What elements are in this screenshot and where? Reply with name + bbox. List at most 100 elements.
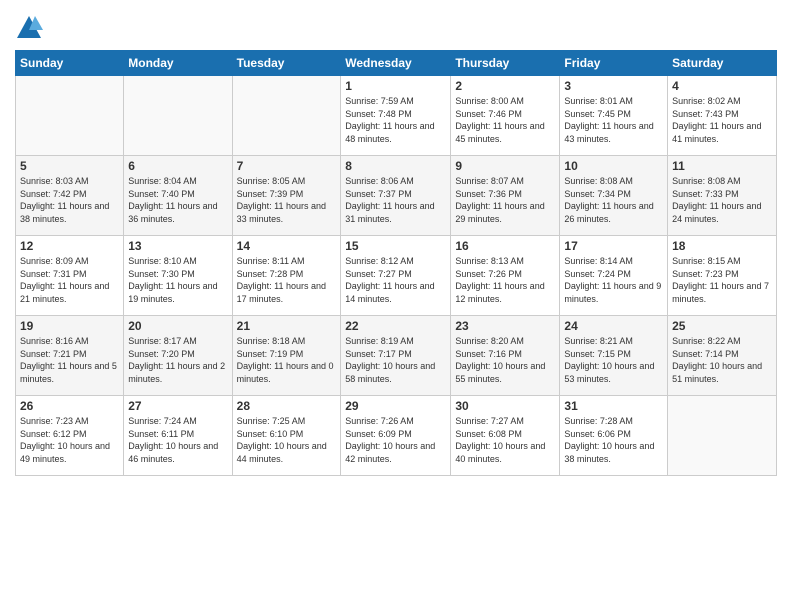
calendar-cell: 3Sunrise: 8:01 AM Sunset: 7:45 PM Daylig… — [560, 76, 668, 156]
day-number: 23 — [455, 319, 555, 333]
calendar-cell: 1Sunrise: 7:59 AM Sunset: 7:48 PM Daylig… — [341, 76, 451, 156]
page: SundayMondayTuesdayWednesdayThursdayFrid… — [0, 0, 792, 612]
day-info: Sunrise: 8:21 AM Sunset: 7:15 PM Dayligh… — [564, 335, 663, 385]
day-number: 10 — [564, 159, 663, 173]
calendar-header: SundayMondayTuesdayWednesdayThursdayFrid… — [16, 51, 777, 76]
day-number: 25 — [672, 319, 772, 333]
day-info: Sunrise: 8:18 AM Sunset: 7:19 PM Dayligh… — [237, 335, 337, 385]
calendar-cell — [232, 76, 341, 156]
day-number: 22 — [345, 319, 446, 333]
calendar-cell: 25 Sunrise: 8:22 AM Sunset: 7:14 PM Dayli… — [668, 316, 777, 396]
calendar-cell: 20 Sunrise: 8:17 AM Sunset: 7:20 PM Dayli… — [124, 316, 232, 396]
day-number: 18 — [672, 239, 772, 253]
day-info: Sunrise: 8:02 AM Sunset: 7:43 PM Dayligh… — [672, 95, 772, 145]
day-info: Sunrise: 8:16 AM Sunset: 7:21 PM Dayligh… — [20, 335, 119, 385]
day-number: 21 — [237, 319, 337, 333]
week-row-5: 26 Sunrise: 7:23 AM Sunset: 6:12 PM Dayli… — [16, 396, 777, 476]
day-info: Sunrise: 8:13 AM Sunset: 7:26 PM Dayligh… — [455, 255, 555, 305]
calendar-table: SundayMondayTuesdayWednesdayThursdayFrid… — [15, 50, 777, 476]
day-number: 2 — [455, 79, 555, 93]
day-info: Sunrise: 8:08 AM Sunset: 7:33 PM Dayligh… — [672, 175, 772, 225]
calendar-cell: 12Sunrise: 8:09 AM Sunset: 7:31 PM Dayli… — [16, 236, 124, 316]
day-info: Sunrise: 8:01 AM Sunset: 7:45 PM Dayligh… — [564, 95, 663, 145]
day-number: 12 — [20, 239, 119, 253]
day-header-wednesday: Wednesday — [341, 51, 451, 76]
calendar-cell: 2 Sunrise: 8:00 AM Sunset: 7:46 PM Daylig… — [451, 76, 560, 156]
calendar-cell: 5 Sunrise: 8:03 AM Sunset: 7:42 PM Daylig… — [16, 156, 124, 236]
day-header-friday: Friday — [560, 51, 668, 76]
day-info: Sunrise: 7:28 AM Sunset: 6:06 PM Dayligh… — [564, 415, 663, 465]
calendar-cell: 15Sunrise: 8:12 AM Sunset: 7:27 PM Dayli… — [341, 236, 451, 316]
calendar-cell: 24Sunrise: 8:21 AM Sunset: 7:15 PM Dayli… — [560, 316, 668, 396]
calendar-cell: 11 Sunrise: 8:08 AM Sunset: 7:33 PM Dayli… — [668, 156, 777, 236]
day-info: Sunrise: 8:15 AM Sunset: 7:23 PM Dayligh… — [672, 255, 772, 305]
calendar-cell: 31 Sunrise: 7:28 AM Sunset: 6:06 PM Dayli… — [560, 396, 668, 476]
day-info: Sunrise: 8:11 AM Sunset: 7:28 PM Dayligh… — [237, 255, 337, 305]
calendar-cell: 17 Sunrise: 8:14 AM Sunset: 7:24 PM Dayli… — [560, 236, 668, 316]
calendar-cell: 30Sunrise: 7:27 AM Sunset: 6:08 PM Dayli… — [451, 396, 560, 476]
calendar-cell: 28 Sunrise: 7:25 AM Sunset: 6:10 PM Dayli… — [232, 396, 341, 476]
week-row-2: 5 Sunrise: 8:03 AM Sunset: 7:42 PM Daylig… — [16, 156, 777, 236]
day-info: Sunrise: 8:22 AM Sunset: 7:14 PM Dayligh… — [672, 335, 772, 385]
day-info: Sunrise: 8:10 AM Sunset: 7:30 PM Dayligh… — [128, 255, 227, 305]
calendar-cell: 10 Sunrise: 8:08 AM Sunset: 7:34 PM Dayli… — [560, 156, 668, 236]
day-info: Sunrise: 8:05 AM Sunset: 7:39 PM Dayligh… — [237, 175, 337, 225]
day-info: Sunrise: 7:24 AM Sunset: 6:11 PM Dayligh… — [128, 415, 227, 465]
calendar-cell: 14 Sunrise: 8:11 AM Sunset: 7:28 PM Dayli… — [232, 236, 341, 316]
calendar-cell: 9 Sunrise: 8:07 AM Sunset: 7:36 PM Daylig… — [451, 156, 560, 236]
day-number: 6 — [128, 159, 227, 173]
day-info: Sunrise: 8:07 AM Sunset: 7:36 PM Dayligh… — [455, 175, 555, 225]
day-number: 15 — [345, 239, 446, 253]
day-info: Sunrise: 8:20 AM Sunset: 7:16 PM Dayligh… — [455, 335, 555, 385]
day-number: 27 — [128, 399, 227, 413]
calendar-cell: 18 Sunrise: 8:15 AM Sunset: 7:23 PM Dayli… — [668, 236, 777, 316]
day-number: 1 — [345, 79, 446, 93]
day-info: Sunrise: 8:08 AM Sunset: 7:34 PM Dayligh… — [564, 175, 663, 225]
calendar-cell: 23 Sunrise: 8:20 AM Sunset: 7:16 PM Dayli… — [451, 316, 560, 396]
day-number: 14 — [237, 239, 337, 253]
day-number: 13 — [128, 239, 227, 253]
week-row-4: 19Sunrise: 8:16 AM Sunset: 7:21 PM Dayli… — [16, 316, 777, 396]
calendar-cell: 4Sunrise: 8:02 AM Sunset: 7:43 PM Daylig… — [668, 76, 777, 156]
calendar-cell: 19Sunrise: 8:16 AM Sunset: 7:21 PM Dayli… — [16, 316, 124, 396]
day-number: 7 — [237, 159, 337, 173]
calendar-cell: 6 Sunrise: 8:04 AM Sunset: 7:40 PM Daylig… — [124, 156, 232, 236]
day-info: Sunrise: 7:25 AM Sunset: 6:10 PM Dayligh… — [237, 415, 337, 465]
logo — [15, 14, 47, 42]
day-number: 5 — [20, 159, 119, 173]
day-info: Sunrise: 8:19 AM Sunset: 7:17 PM Dayligh… — [345, 335, 446, 385]
day-number: 26 — [20, 399, 119, 413]
day-info: Sunrise: 8:17 AM Sunset: 7:20 PM Dayligh… — [128, 335, 227, 385]
day-header-thursday: Thursday — [451, 51, 560, 76]
day-info: Sunrise: 8:04 AM Sunset: 7:40 PM Dayligh… — [128, 175, 227, 225]
day-number: 30 — [455, 399, 555, 413]
day-header-monday: Monday — [124, 51, 232, 76]
day-number: 31 — [564, 399, 663, 413]
day-info: Sunrise: 7:23 AM Sunset: 6:12 PM Dayligh… — [20, 415, 119, 465]
calendar-cell: 22 Sunrise: 8:19 AM Sunset: 7:17 PM Dayli… — [341, 316, 451, 396]
calendar-cell — [668, 396, 777, 476]
day-header-tuesday: Tuesday — [232, 51, 341, 76]
day-number: 8 — [345, 159, 446, 173]
calendar-cell: 13 Sunrise: 8:10 AM Sunset: 7:30 PM Dayli… — [124, 236, 232, 316]
calendar-cell: 16Sunrise: 8:13 AM Sunset: 7:26 PM Dayli… — [451, 236, 560, 316]
calendar-cell: 29Sunrise: 7:26 AM Sunset: 6:09 PM Dayli… — [341, 396, 451, 476]
day-info: Sunrise: 8:14 AM Sunset: 7:24 PM Dayligh… — [564, 255, 663, 305]
calendar-cell: 27 Sunrise: 7:24 AM Sunset: 6:11 PM Dayli… — [124, 396, 232, 476]
day-number: 11 — [672, 159, 772, 173]
day-number: 28 — [237, 399, 337, 413]
day-number: 9 — [455, 159, 555, 173]
day-info: Sunrise: 8:00 AM Sunset: 7:46 PM Dayligh… — [455, 95, 555, 145]
calendar-cell — [124, 76, 232, 156]
day-header-saturday: Saturday — [668, 51, 777, 76]
day-number: 17 — [564, 239, 663, 253]
calendar-cell: 26 Sunrise: 7:23 AM Sunset: 6:12 PM Dayli… — [16, 396, 124, 476]
calendar-body: 1Sunrise: 7:59 AM Sunset: 7:48 PM Daylig… — [16, 76, 777, 476]
day-header-sunday: Sunday — [16, 51, 124, 76]
header-row: SundayMondayTuesdayWednesdayThursdayFrid… — [16, 51, 777, 76]
day-info: Sunrise: 8:03 AM Sunset: 7:42 PM Dayligh… — [20, 175, 119, 225]
day-info: Sunrise: 7:26 AM Sunset: 6:09 PM Dayligh… — [345, 415, 446, 465]
calendar-cell: 21 Sunrise: 8:18 AM Sunset: 7:19 PM Dayli… — [232, 316, 341, 396]
day-number: 20 — [128, 319, 227, 333]
header — [15, 10, 777, 42]
